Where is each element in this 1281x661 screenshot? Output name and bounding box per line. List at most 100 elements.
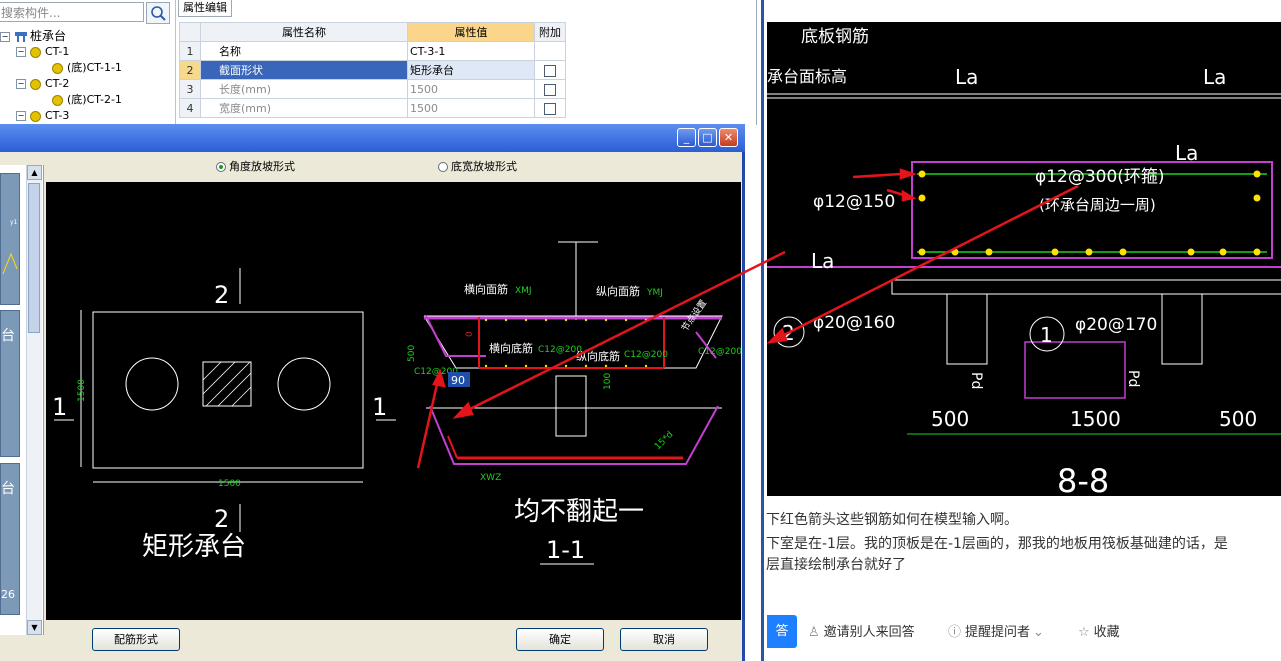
scroll-thumb[interactable] <box>28 183 40 333</box>
invite-answer-button[interactable]: ♙ 邀请别人来回答 <box>808 624 915 642</box>
info-icon: ⓘ <box>948 625 962 640</box>
question-line: 下红色箭头这些钢筋如何在模型输入啊。 <box>766 512 1018 528</box>
tree-item-root[interactable]: − 桩承台 <box>0 28 66 44</box>
row-value-input[interactable]: CT-3-1 <box>407 41 535 61</box>
radio-bottom-width-slope[interactable]: 底宽放坡形式 <box>438 158 517 176</box>
row-extra <box>534 60 566 80</box>
scroll-down-icon[interactable]: ▼ <box>27 620 42 635</box>
shape-thumbnail[interactable]: 台 <box>0 310 20 457</box>
gear-icon <box>30 110 41 122</box>
gear-icon <box>52 62 63 74</box>
cad-label-phi12-150: φ12@150 <box>813 192 895 212</box>
row-value-input[interactable]: 1500 <box>407 79 535 99</box>
plan-label-bottom: 2 <box>214 505 229 533</box>
table-row-selected[interactable]: 2 截面形状 矩形承台 <box>179 60 566 80</box>
table-row[interactable]: 3 长度(mm) 1500 <box>179 79 566 99</box>
tree-item-ct2-1[interactable]: (底)CT-2-1 <box>52 92 122 108</box>
row-value-input[interactable]: 1500 <box>407 98 535 118</box>
extra-checkbox[interactable] <box>544 102 556 115</box>
cad-circle-label-1: 1 <box>1040 323 1053 347</box>
row-value-input[interactable]: 矩形承台 <box>407 60 535 80</box>
star-icon: ☆ <box>1078 625 1090 640</box>
radio-angle-slope[interactable]: 角度放坡形式 <box>216 158 295 176</box>
cad-dim-1500: 1500 <box>1070 407 1121 431</box>
search-icon[interactable] <box>146 2 170 24</box>
qa-webpage: 底板钢筋 承台面标高 La La La La φ12@150 φ12@300(环… <box>761 0 1281 661</box>
plan-label-left: 1 <box>52 393 67 421</box>
bar-top-transverse: 横向面筋 <box>464 282 508 296</box>
shape-thumbnail-label: 台 <box>1 328 15 344</box>
row-extra <box>534 98 566 118</box>
dialog-titlebar[interactable]: _ □ ✕ <box>0 124 745 152</box>
tree-item-label: (底)CT-2-1 <box>67 93 122 106</box>
shape-thumbnail[interactable]: 台 26 <box>0 463 20 615</box>
cad-label-la-1: La <box>955 65 978 89</box>
plan-label-right: 1 <box>372 393 387 421</box>
tree-item-label: (底)CT-1-1 <box>67 61 122 74</box>
section-drawing-canvas[interactable]: 2 2 1 1 1500 1500 矩形承台 横向面筋 XMJ 纵向面筋 YMJ… <box>46 182 741 620</box>
cad-label-phi20-160: φ20@160 <box>813 313 895 333</box>
cad-circle-label-2: 2 <box>782 321 795 345</box>
collapse-icon[interactable]: − <box>16 79 26 89</box>
collapse-icon[interactable]: − <box>16 47 26 57</box>
section-title: 1-1 <box>546 536 585 564</box>
close-button[interactable]: ✕ <box>719 128 738 147</box>
tree-item-ct1-1[interactable]: (底)CT-1-1 <box>52 60 122 76</box>
radio-label: 角度放坡形式 <box>229 160 295 173</box>
minimize-button[interactable]: _ <box>677 128 696 147</box>
gear-icon <box>30 46 41 58</box>
cad-label-phi12-300: φ12@300(环箍) <box>1035 167 1165 187</box>
property-table: 属性名称 属性值 附加 1 名称 CT-3-1 2 截面形状 矩形承台 3 长度… <box>179 22 566 118</box>
bar-top-transverse-code: XMJ <box>515 286 532 296</box>
tree-item-label: 桩承台 <box>30 29 67 43</box>
tree-item-ct2[interactable]: − CT-2 <box>16 76 69 92</box>
collapse-icon[interactable]: − <box>16 111 26 121</box>
collapse-icon[interactable]: − <box>0 32 10 42</box>
rebar-shape-dialog: _ □ ✕ y1 台 台 26 ▲ ▼ 角度放坡形式 底宽放坡形式 2 2 1 … <box>0 124 745 661</box>
maximize-button[interactable]: □ <box>698 128 717 147</box>
table-row[interactable]: 1 名称 CT-3-1 <box>179 41 566 61</box>
cad-section-title: 8-8 <box>1057 462 1109 496</box>
action-label: 提醒提问者 <box>965 625 1031 640</box>
small-dim: 0 <box>465 331 475 337</box>
cad-dim-500-left: 500 <box>931 407 969 431</box>
remind-asker-button[interactable]: ⓘ 提醒提问者 ⌄ <box>948 624 1044 642</box>
height-dim: 500 <box>407 345 417 362</box>
radio-unselected-icon[interactable] <box>438 162 448 172</box>
shape-thumbnail[interactable]: y1 <box>0 173 20 305</box>
ok-button[interactable]: 确定 <box>516 628 604 651</box>
xwz-code: XWZ <box>480 473 501 483</box>
cancel-button[interactable]: 取消 <box>620 628 708 651</box>
shape-list-scrollbar[interactable]: ▲ ▼ <box>26 165 42 635</box>
plan-dim-width: 1500 <box>218 479 241 489</box>
bottom-dim: 100 <box>603 373 613 390</box>
row-index: 1 <box>179 41 201 61</box>
tab-property-edit[interactable]: 属性编辑 <box>178 0 232 17</box>
answer-button[interactable]: 答 <box>767 615 797 648</box>
tree-search-input[interactable]: 搜索构件... <box>0 2 144 22</box>
row-name: 截面形状 <box>200 60 408 80</box>
plan-dim-height: 1500 <box>77 379 87 402</box>
table-row[interactable]: 4 宽度(mm) 1500 <box>179 98 566 118</box>
plan-title: 矩形承台 <box>142 532 246 562</box>
question-line: 层直接绘制承台就好了 <box>766 557 906 573</box>
action-label: 邀请别人来回答 <box>823 625 915 640</box>
question-cad-image: 底板钢筋 承台面标高 La La La La φ12@150 φ12@300(环… <box>767 22 1281 496</box>
header-name: 属性名称 <box>200 22 408 42</box>
plan-label-top: 2 <box>214 281 229 309</box>
scroll-up-icon[interactable]: ▲ <box>27 165 42 180</box>
cad-pile-label-1: Pd <box>968 372 984 389</box>
tree-item-ct1[interactable]: − CT-1 <box>16 44 69 60</box>
radio-selected-icon[interactable] <box>216 162 226 172</box>
shape-thumbnail-label: 26 <box>1 588 15 601</box>
cad-label-bottom-rebar: 底板钢筋 <box>801 27 869 47</box>
tree-item-ct3[interactable]: − CT-3 <box>16 108 69 124</box>
angle-value-input: 90 <box>451 374 465 387</box>
favorite-button[interactable]: ☆ 收藏 <box>1078 624 1120 642</box>
cad-dim-500-right: 500 <box>1219 407 1257 431</box>
rebar-form-button[interactable]: 配筋形式 <box>92 628 180 651</box>
row-extra <box>534 79 566 99</box>
question-line: 下室是在-1层。我的顶板是在-1层画的，那我的地板用筏板基础建的话，是 <box>766 536 1228 552</box>
extra-checkbox[interactable] <box>544 64 556 77</box>
extra-checkbox[interactable] <box>544 83 556 96</box>
